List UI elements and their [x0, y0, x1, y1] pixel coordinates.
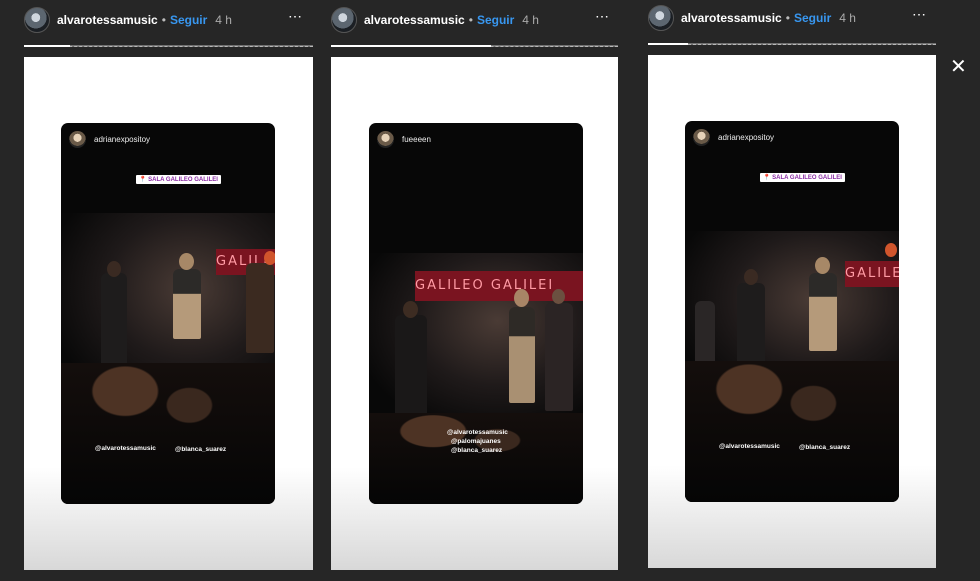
inner-avatar: [377, 131, 394, 148]
accordion-player: [246, 263, 274, 353]
follow-button[interactable]: Seguir: [477, 13, 514, 27]
story-panel-2[interactable]: alvarotessamusic • Seguir 4 h ⋯ fueeeen …: [331, 0, 621, 581]
location-sticker: 📍 SALA GALILEO GALILEI: [136, 175, 221, 184]
singer-woman: [809, 273, 837, 351]
singer-head: [744, 269, 758, 285]
inner-username: adrianexpositoy: [718, 133, 775, 142]
user-avatar[interactable]: [24, 7, 50, 33]
story-header: alvarotessamusic • Seguir 4 h: [24, 6, 232, 34]
progress-bar: [648, 43, 936, 45]
story-username[interactable]: alvarotessamusic: [364, 13, 465, 27]
story-time: 4 h: [522, 13, 539, 27]
bassist: [545, 303, 573, 411]
story-media[interactable]: adrianexpositoy 📍 SALA GALILEO GALILEI G…: [24, 57, 313, 570]
progress-fill: [648, 43, 688, 45]
mention-tag: @blanca_suarez: [451, 447, 503, 454]
inner-username: fueeeen: [402, 135, 431, 144]
singer-woman-head: [815, 257, 830, 274]
audience: [61, 363, 275, 504]
story-panel-3[interactable]: alvarotessamusic • Seguir 4 h ⋯ adrianex…: [648, 0, 938, 581]
progress-bar: [24, 45, 313, 47]
inner-header: adrianexpositoy: [69, 131, 150, 148]
progress-fill: [331, 45, 491, 47]
audience: [685, 361, 899, 502]
story-username[interactable]: alvarotessamusic: [681, 11, 782, 25]
story-panel-1[interactable]: alvarotessamusic • Seguir 4 h ⋯ adrianex…: [24, 0, 314, 581]
mention-tag: @alvarotessamusic: [719, 443, 780, 450]
follow-button[interactable]: Seguir: [794, 11, 831, 25]
inner-header: adrianexpositoy: [693, 129, 774, 146]
story-header: alvarotessamusic • Seguir 4 h: [331, 6, 539, 34]
singer-head: [107, 261, 121, 277]
singer-woman-head: [179, 253, 194, 270]
concert-stage: GALILEO GALILEI: [369, 253, 583, 423]
accordion-head: [885, 243, 897, 257]
story-time: 4 h: [839, 11, 856, 25]
singer-woman: [173, 269, 201, 339]
close-icon[interactable]: ✕: [950, 54, 967, 78]
inner-header: fueeeen: [377, 131, 431, 148]
inner-avatar: [69, 131, 86, 148]
singer-woman-head: [514, 289, 529, 307]
inner-story-screenshot: adrianexpositoy 📍 SALA GALILEO GALILEI G…: [61, 123, 275, 504]
mention-tag: @palomajuanes: [451, 438, 501, 445]
inner-username: adrianexpositoy: [94, 135, 151, 144]
follow-button[interactable]: Seguir: [170, 13, 207, 27]
story-media[interactable]: adrianexpositoy 📍 SALA GALILEO GALILEI G…: [648, 55, 936, 568]
audience: [369, 413, 583, 504]
singer-guitarist: [101, 273, 127, 373]
separator-dot: •: [161, 13, 166, 27]
progress-bar: [331, 45, 618, 47]
story-time: 4 h: [215, 13, 232, 27]
stage-banner: GALILEO: [845, 261, 899, 287]
progress-fill: [24, 45, 70, 47]
story-header: alvarotessamusic • Seguir 4 h: [648, 4, 856, 32]
user-avatar[interactable]: [648, 5, 674, 31]
location-sticker: 📍 SALA GALILEO GALILEI: [760, 173, 845, 182]
separator-dot: •: [785, 11, 790, 25]
story-media[interactable]: fueeeen GALILEO GALILEI @alvarotessamusi…: [331, 57, 618, 570]
more-options-icon[interactable]: ⋯: [595, 8, 610, 25]
more-options-icon[interactable]: ⋯: [912, 6, 927, 23]
more-options-icon[interactable]: ⋯: [288, 8, 303, 25]
inner-story-screenshot: fueeeen GALILEO GALILEI @alvarotessamusi…: [369, 123, 583, 504]
story-username[interactable]: alvarotessamusic: [57, 13, 158, 27]
mention-tag: @blanca_suarez: [175, 446, 227, 453]
guitarist-head: [403, 301, 418, 318]
mention-tag: @alvarotessamusic: [447, 429, 508, 436]
separator-dot: •: [468, 13, 473, 27]
accordion-head: [264, 251, 275, 265]
singer-woman: [509, 307, 535, 403]
user-avatar[interactable]: [331, 7, 357, 33]
bassist-head: [552, 289, 565, 304]
inner-avatar: [693, 129, 710, 146]
mention-tag: @alvarotessamusic: [95, 445, 156, 452]
inner-story-screenshot: adrianexpositoy 📍 SALA GALILEO GALILEI G…: [685, 121, 899, 502]
mention-tag: @blanca_suarez: [799, 444, 851, 451]
guitarist: [395, 315, 427, 415]
